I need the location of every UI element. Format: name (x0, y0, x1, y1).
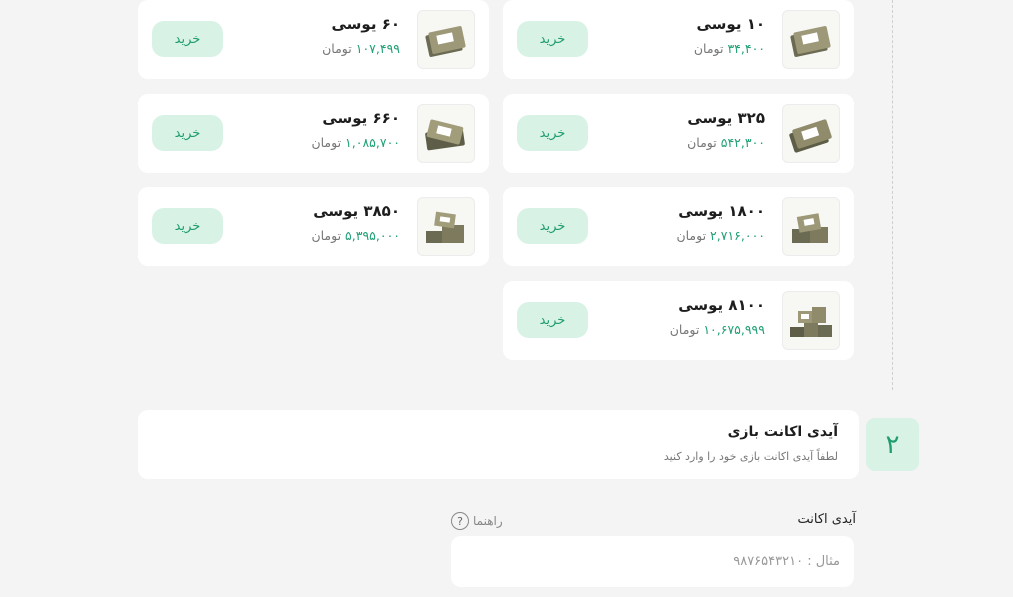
step-number-badge: ۲ (866, 418, 919, 471)
price-value: ۵,۳۹۵,۰۰۰ (345, 228, 400, 243)
uc-banknote-icon (417, 10, 475, 69)
price-value: ۵۴۲,۳۰۰ (720, 135, 765, 150)
account-id-input[interactable] (451, 536, 854, 587)
uc-banknote-icon (782, 197, 840, 256)
step-subtitle: لطفاً آیدی اکانت بازی خود را وارد کنید (663, 450, 838, 463)
buy-button[interactable]: خرید (152, 115, 223, 151)
uc-pack-card: ۶۶۰ یوسی ۱,۰۸۵,۷۰۰ تومان خرید (138, 94, 489, 173)
pack-price: ۵۴۲,۳۰۰ تومان (687, 135, 765, 150)
pack-price: ۱۰,۶۷۵,۹۹۹ تومان (670, 322, 765, 337)
question-icon: ? (451, 512, 469, 530)
uc-banknote-icon (782, 291, 840, 350)
pack-price: ۳۴,۴۰۰ تومان (694, 41, 765, 56)
price-value: ۱۰۷,۴۹۹ (355, 41, 400, 56)
pack-title: ۱۸۰۰ یوسی (678, 202, 765, 220)
price-value: ۲,۷۱۶,۰۰۰ (710, 228, 765, 243)
uc-pack-card: ۳۲۵ یوسی ۵۴۲,۳۰۰ تومان خرید (503, 94, 854, 173)
price-unit: تومان (693, 41, 724, 56)
uc-pack-card: ۸۱۰۰ یوسی ۱۰,۶۷۵,۹۹۹ تومان خرید (503, 281, 854, 360)
buy-button[interactable]: خرید (517, 21, 588, 57)
uc-pack-card: ۶۰ یوسی ۱۰۷,۴۹۹ تومان خرید (138, 0, 489, 79)
price-unit: تومان (311, 228, 342, 243)
pack-price: ۵,۳۹۵,۰۰۰ تومان (311, 228, 400, 243)
buy-button[interactable]: خرید (152, 208, 223, 244)
buy-button[interactable]: خرید (517, 302, 588, 338)
price-value: ۳۴,۴۰۰ (727, 41, 765, 56)
pack-title: ۳۸۵۰ یوسی (313, 202, 400, 220)
uc-pack-card: ۱۸۰۰ یوسی ۲,۷۱۶,۰۰۰ تومان خرید (503, 187, 854, 266)
price-value: ۱,۰۸۵,۷۰۰ (345, 135, 400, 150)
buy-button[interactable]: خرید (152, 21, 223, 57)
pack-price: ۱۰۷,۴۹۹ تومان (322, 41, 400, 56)
account-id-label: آیدی اکانت (797, 512, 856, 527)
pack-title: ۱۰ یوسی (696, 15, 766, 33)
pack-price: ۱,۰۸۵,۷۰۰ تومان (311, 135, 400, 150)
uc-banknote-icon (782, 104, 840, 163)
help-link[interactable]: ? راهنما (451, 512, 503, 530)
price-unit: تومان (669, 322, 700, 337)
buy-button[interactable]: خرید (517, 115, 588, 151)
price-value: ۱۰,۶۷۵,۹۹۹ (703, 322, 765, 337)
uc-pack-card: ۳۸۵۰ یوسی ۵,۳۹۵,۰۰۰ تومان خرید (138, 187, 489, 266)
uc-pack-card: ۱۰ یوسی ۳۴,۴۰۰ تومان خرید (503, 0, 854, 79)
price-unit: تومان (676, 228, 707, 243)
uc-banknote-icon (782, 10, 840, 69)
pack-title: ۳۲۵ یوسی (687, 109, 765, 127)
uc-banknote-icon (417, 197, 475, 256)
timeline-dashed-line (892, 0, 893, 390)
price-unit: تومان (687, 135, 717, 150)
step-header: آیدی اکانت بازی لطفاً آیدی اکانت بازی خو… (138, 410, 859, 479)
step-title: آیدی اکانت بازی (727, 424, 838, 440)
price-unit: تومان (322, 41, 352, 56)
help-label: راهنما (473, 514, 503, 528)
pack-title: ۸۱۰۰ یوسی (678, 296, 765, 314)
pack-price: ۲,۷۱۶,۰۰۰ تومان (676, 228, 765, 243)
buy-button[interactable]: خرید (517, 208, 588, 244)
price-unit: تومان (311, 135, 342, 150)
pack-title: ۶۰ یوسی (331, 15, 401, 33)
pack-title: ۶۶۰ یوسی (322, 109, 400, 127)
uc-banknote-icon (417, 104, 475, 163)
